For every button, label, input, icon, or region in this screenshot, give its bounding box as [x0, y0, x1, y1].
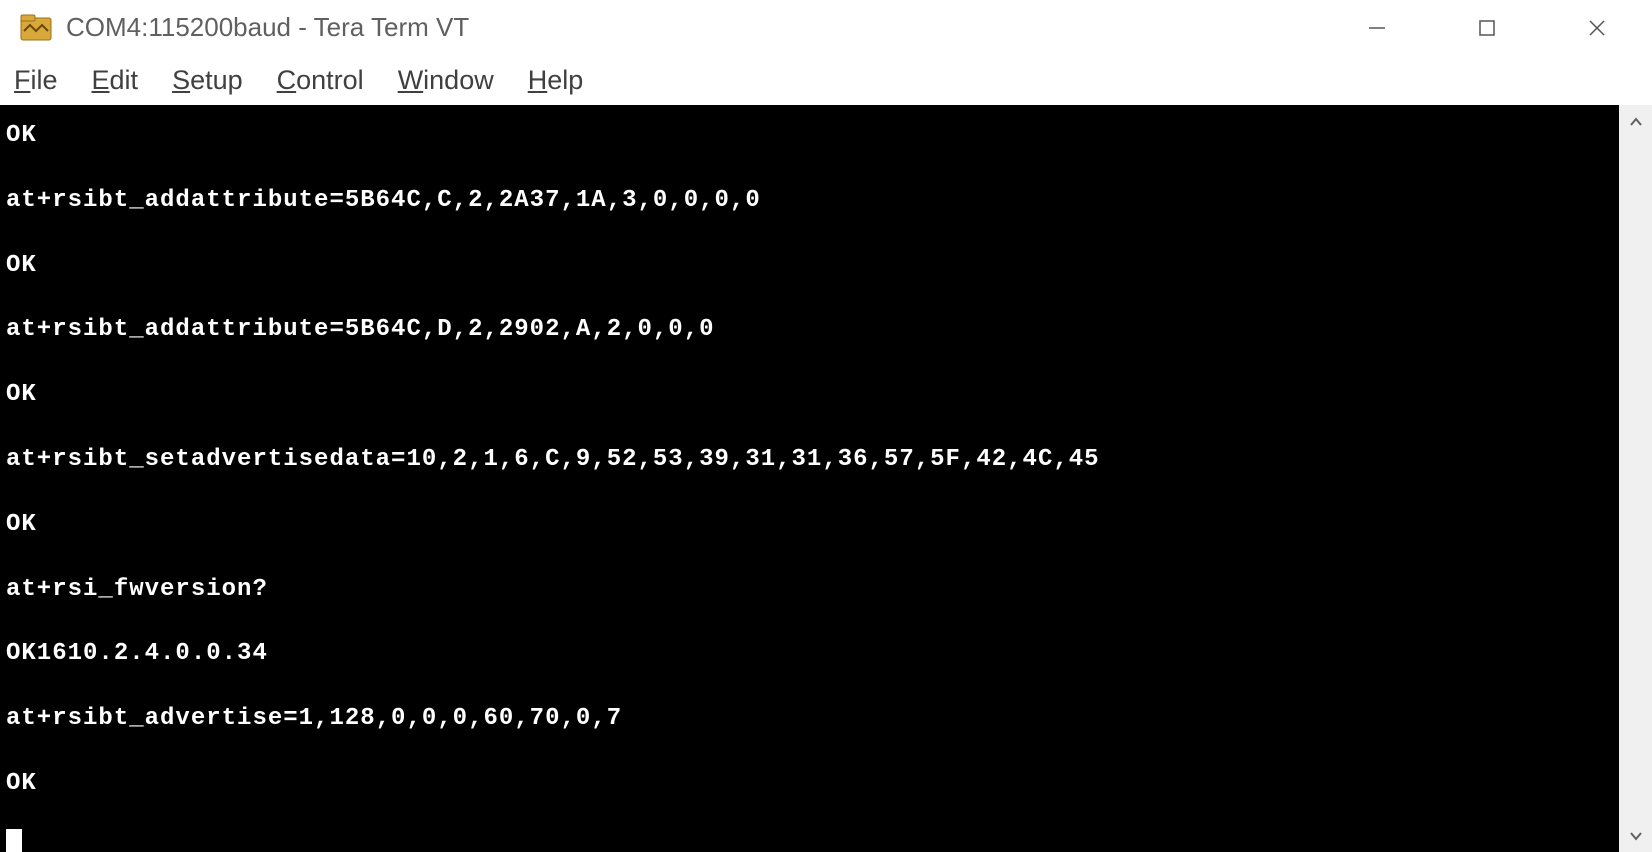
terminal-line: at+rsibt_advertise=1,128,0,0,0,60,70,0,7	[6, 696, 1619, 743]
menu-bar: File Edit Setup Control Window Help	[0, 55, 1652, 105]
terminal-container: OK at+rsibt_addattribute=5B64C,C,2,2A37,1…	[0, 105, 1652, 852]
terminal-cursor	[6, 829, 22, 852]
scroll-up-button[interactable]	[1619, 105, 1652, 138]
menu-window[interactable]: Window	[398, 65, 494, 96]
terminal-line: at+rsibt_addattribute=5B64C,D,2,2902,A,2…	[6, 307, 1619, 354]
terminal-line: at+rsibt_setadvertisedata=10,2,1,6,C,9,5…	[6, 437, 1619, 484]
menu-setup[interactable]: Setup	[172, 65, 243, 96]
terminal-line: OK	[6, 372, 1619, 419]
terminal-line: OK1610.2.4.0.0.34	[6, 631, 1619, 678]
window-title: COM4:115200baud - Tera Term VT	[66, 12, 469, 43]
terminal-line: OK	[6, 761, 1619, 808]
terminal-output[interactable]: OK at+rsibt_addattribute=5B64C,C,2,2A37,1…	[0, 105, 1619, 852]
terminal-blank-line	[6, 419, 1619, 437]
menu-edit[interactable]: Edit	[92, 65, 139, 96]
terminal-blank-line	[6, 354, 1619, 372]
terminal-blank-line	[6, 289, 1619, 307]
terminal-blank-line	[6, 549, 1619, 567]
terminal-blank-line	[6, 484, 1619, 502]
scroll-down-button[interactable]	[1619, 819, 1652, 852]
minimize-button[interactable]	[1322, 0, 1432, 55]
terminal-blank-line	[6, 225, 1619, 243]
menu-control[interactable]: Control	[277, 65, 364, 96]
terminal-line: OK	[6, 502, 1619, 549]
terminal-line: OK	[6, 243, 1619, 290]
vertical-scrollbar[interactable]	[1619, 105, 1652, 852]
close-button[interactable]	[1542, 0, 1652, 55]
terminal-blank-line	[6, 743, 1619, 761]
window-titlebar: COM4:115200baud - Tera Term VT	[0, 0, 1652, 55]
terminal-line: OK	[6, 113, 1619, 160]
app-icon	[20, 14, 52, 42]
terminal-line: at+rsi_fwversion?	[6, 567, 1619, 614]
terminal-blank-line	[6, 678, 1619, 696]
maximize-button[interactable]	[1432, 0, 1542, 55]
menu-help[interactable]: Help	[528, 65, 584, 96]
terminal-line: at+rsibt_addattribute=5B64C,C,2,2A37,1A,…	[6, 178, 1619, 225]
terminal-blank-line	[6, 613, 1619, 631]
terminal-blank-line	[6, 160, 1619, 178]
menu-file[interactable]: File	[14, 65, 58, 96]
